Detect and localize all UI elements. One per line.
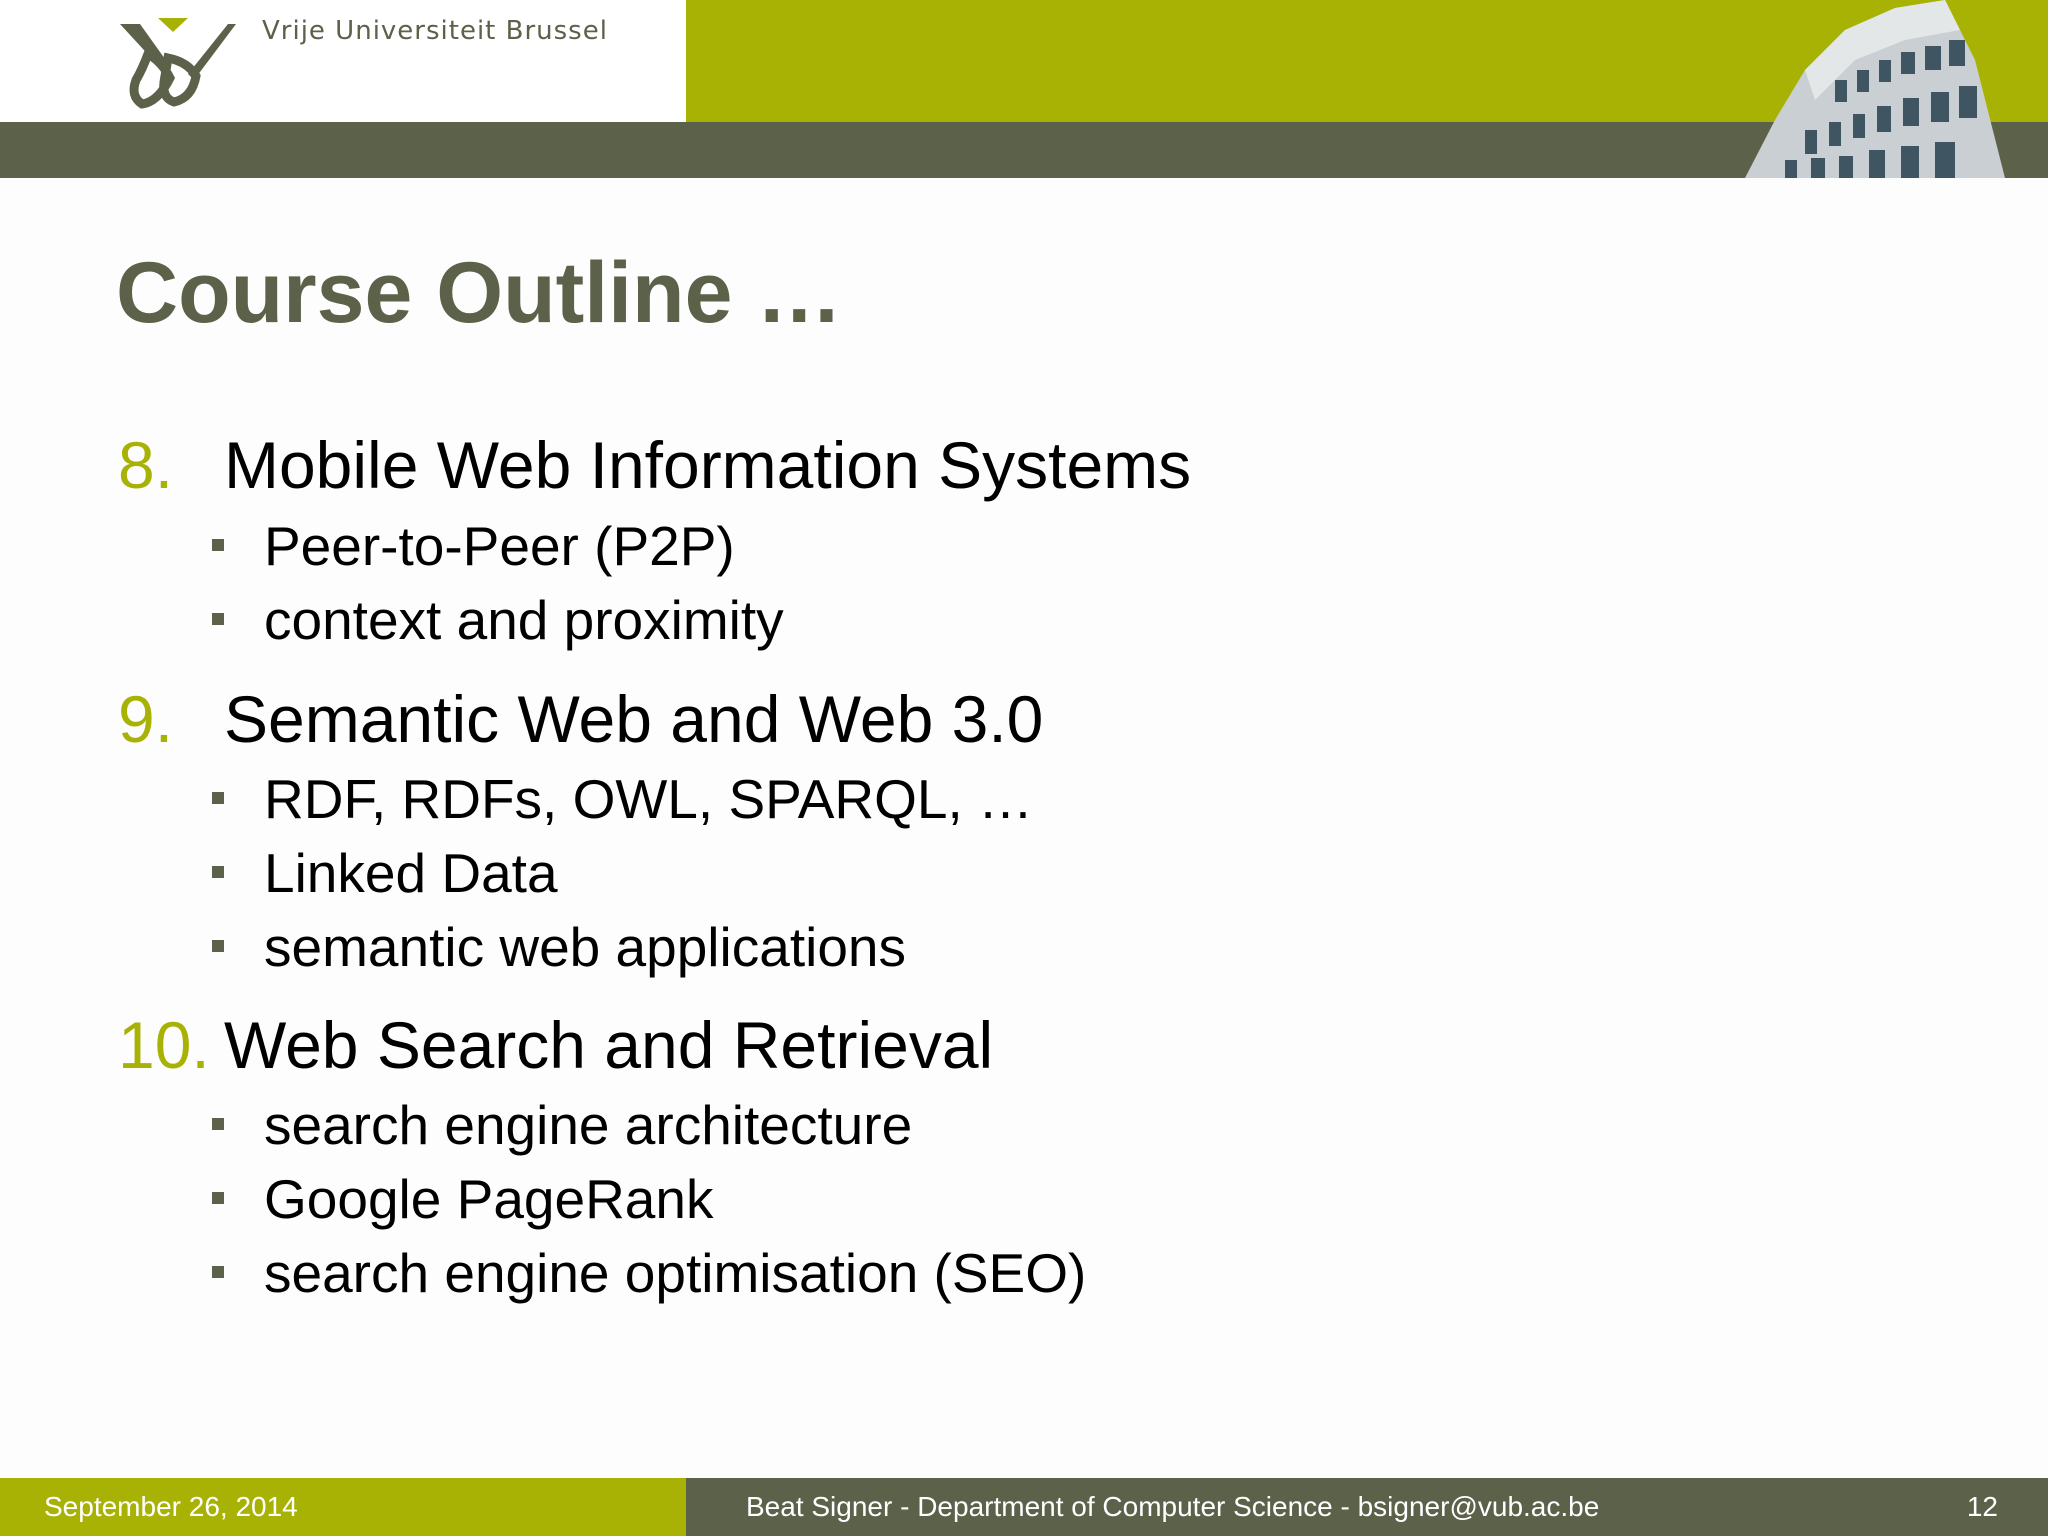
item-label: Web Search and Retrieval	[224, 1008, 994, 1082]
square-bullet-icon	[212, 792, 224, 804]
subitem-label: RDF, RDFs, OWL, SPARQL, …	[264, 768, 1034, 830]
square-bullet-icon	[212, 613, 224, 625]
subitem-label: Google PageRank	[264, 1168, 714, 1230]
slide-title: Course Outline …	[116, 245, 843, 341]
subitem-label: search engine optimisation (SEO)	[264, 1242, 1087, 1304]
item-number: 10.	[118, 1008, 210, 1082]
page-number: 12	[1966, 1491, 1998, 1522]
header-band	[0, 122, 2048, 178]
building-photo-icon	[1745, 0, 2005, 178]
square-bullet-icon	[212, 866, 224, 878]
square-bullet-icon	[212, 539, 224, 551]
square-bullet-icon	[212, 1118, 224, 1130]
footer-date: September 26, 2014	[44, 1491, 298, 1522]
item-number: 8.	[118, 428, 174, 502]
subitem-label: search engine architecture	[264, 1094, 913, 1156]
vub-logo-icon	[120, 18, 236, 109]
subitem-label: context and proximity	[264, 589, 784, 651]
subitem-label: Peer-to-Peer (P2P)	[264, 515, 735, 577]
item-label: Semantic Web and Web 3.0	[224, 682, 1044, 756]
square-bullet-icon	[212, 1266, 224, 1278]
square-bullet-icon	[212, 1192, 224, 1204]
university-name: Vrije Universiteit Brussel	[262, 16, 608, 46]
footer-author: Beat Signer - Department of Computer Sci…	[746, 1491, 1600, 1522]
subitem-label: Linked Data	[264, 842, 558, 904]
square-bullet-icon	[212, 940, 224, 952]
subitem-label: semantic web applications	[264, 916, 907, 978]
item-label: Mobile Web Information Systems	[224, 428, 1192, 502]
item-number: 9.	[118, 682, 174, 756]
